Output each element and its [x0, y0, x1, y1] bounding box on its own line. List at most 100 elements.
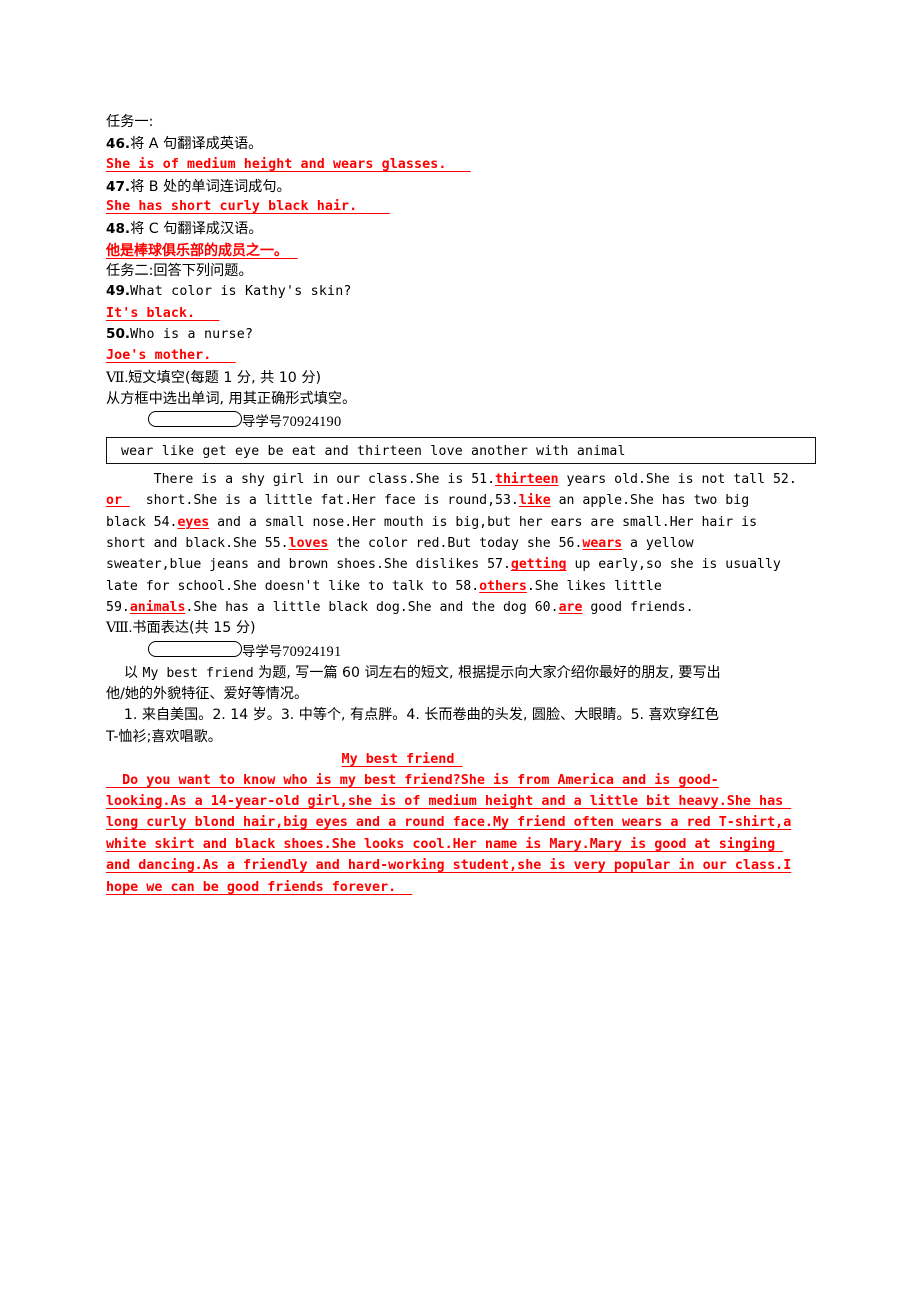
question-prompt-50: Who is a nurse? [130, 326, 254, 342]
question-row-48: 48.将 C 句翻译成汉语。 [106, 218, 820, 239]
guide-number-8: 70924191 [282, 643, 342, 660]
cloze-text: black 54. [106, 514, 178, 530]
question-row-49: 49.What color is Kathy's skin? [106, 282, 820, 303]
answer-47-tail [357, 199, 389, 214]
answer-49-tail [195, 306, 219, 321]
writing-prompt-title-en: My best friend [142, 665, 254, 681]
section-seven-title: 短文填空(每题 1 分, 共 10 分) [128, 369, 322, 386]
question-number-50: 50. [106, 325, 131, 342]
section-eight-title: 书面表达(共 15 分) [132, 620, 256, 637]
cloze-blank-answer: like [518, 493, 551, 509]
composition-line-3: long curly blond hair,big eyes and a rou… [106, 815, 792, 831]
answer-row-46: She is of medium height and wears glasse… [106, 155, 820, 176]
question-number-46: 46. [106, 136, 131, 153]
answer-row-49: It's black. [106, 304, 820, 325]
answer-row-48: 他是棒球俱乐部的成员之一。 [106, 240, 820, 261]
question-number-47: 47. [106, 178, 131, 195]
cloze-blank-answer: thirteen [495, 472, 559, 488]
guide-pill-icon [148, 411, 242, 428]
cloze-line-6: late for school.She doesn't like to talk… [106, 576, 820, 597]
question-prompt-46: 将 A 句翻译成英语。 [130, 136, 263, 153]
answer-row-50: Joe's mother. [106, 346, 820, 367]
cloze-text: short.She is a little fat.Her face is ro… [129, 493, 519, 509]
cloze-blank-answer: eyes [177, 514, 210, 530]
answer-46-tail [446, 157, 470, 172]
composition-body: Do you want to know who is my best frien… [106, 770, 820, 898]
cloze-text: sweater,blue jeans and brown shoes.She d… [106, 557, 511, 573]
worksheet-page: 任务一: 46.将 A 句翻译成英语。 She is of medium hei… [0, 0, 920, 1302]
composition-line-2: looking.As a 14-year-old girl,she is of … [106, 793, 792, 809]
writing-prompt-line-4: T-恤衫;喜欢唱歌。 [106, 728, 222, 745]
cloze-blank-answer: are [558, 599, 583, 615]
cloze-text: a yellow [622, 536, 694, 552]
composition-title-row: My best friend [106, 748, 820, 769]
writing-prompt-text: 为题, 写一篇 60 词左右的短文, 根据提示向大家介绍你最好的朋友, 要写出 [253, 664, 721, 681]
question-row-47: 47.将 B 处的单词连词成句。 [106, 176, 820, 197]
answer-48-tail [288, 243, 298, 259]
cloze-line-7: 59.animals.She has a little black dog.Sh… [106, 597, 820, 618]
question-number-48: 48. [106, 221, 131, 238]
cloze-text: years old.She is not tall 52. [558, 472, 797, 488]
cloze-text: late for school.She doesn't like to talk… [106, 578, 480, 594]
cloze-text: There is a shy girl in our class.She is … [106, 472, 496, 488]
guide-label-7: 导学号 [242, 415, 283, 431]
answer-47: She has short curly black hair. [106, 199, 358, 215]
question-prompt-47: 将 B 处的单词连词成句。 [130, 178, 291, 195]
cloze-line-3: black 54.eyes and a small nose.Her mouth… [106, 512, 820, 533]
cloze-text: the color red.But today she 56. [328, 536, 583, 552]
composition-line-4: white skirt and black shoes.She looks co… [106, 836, 784, 852]
guide-number-row-7: 导学号70924190 [106, 410, 820, 433]
composition-line-5: and dancing.As a friendly and hard-worki… [106, 858, 792, 874]
cloze-line-1: There is a shy girl in our class.She is … [106, 469, 820, 490]
cloze-text: .She likes little [526, 578, 662, 594]
composition-answer: My best friend Do you want to know who i… [106, 748, 820, 898]
cloze-blank-answer: loves [288, 536, 329, 552]
section-seven-number: Ⅶ. [106, 369, 129, 386]
guide-label-8: 导学号 [242, 644, 283, 660]
cloze-line-2: or short.She is a little fat.Her face is… [106, 490, 820, 511]
writing-prompt-line-1: 以 My best friend 为题, 写一篇 60 词左右的短文, 根据提示… [106, 663, 820, 684]
word-bank-box: wear like get eye be eat and thirteen lo… [106, 437, 816, 465]
question-prompt-48: 将 C 句翻译成汉语。 [130, 221, 263, 238]
composition-line-6: hope we can be good friends forever. [106, 879, 413, 895]
writing-prompt-line-3: 1. 来自美国。2. 14 岁。3. 中等个, 有点胖。4. 长而卷曲的头发, … [106, 707, 719, 724]
answer-46: She is of medium height and wears glasse… [106, 156, 447, 172]
question-row-46: 46.将 A 句翻译成英语。 [106, 133, 820, 154]
task-one-heading: 任务一: [106, 114, 154, 130]
question-number-49: 49. [106, 283, 131, 300]
section-seven-heading: Ⅶ.短文填空(每题 1 分, 共 10 分) [106, 368, 820, 389]
composition-line-1: Do you want to know who is my best frien… [106, 772, 719, 788]
cloze-text: up early,so she is usually [566, 557, 781, 573]
cloze-blank-answer: getting [510, 557, 567, 573]
cloze-blank-answer: animals [129, 599, 186, 615]
cloze-text: and a small nose.Her mouth is big,but he… [209, 514, 758, 530]
cloze-text: .She has a little black dog.She and the … [185, 599, 559, 615]
cloze-blank-answer: others [479, 578, 527, 594]
question-prompt-49: What color is Kathy's skin? [130, 284, 352, 300]
question-row-50: 50.Who is a nurse? [106, 325, 820, 346]
cloze-text: 59. [106, 599, 130, 615]
cloze-passage: There is a shy girl in our class.She is … [106, 469, 820, 618]
section-eight-heading: Ⅷ.书面表达(共 15 分) [106, 618, 820, 639]
writing-prompt: 以 My best friend 为题, 写一篇 60 词左右的短文, 根据提示… [106, 663, 820, 749]
writing-prompt-text: 以 [106, 664, 143, 681]
section-seven-instruction: 从方框中选出单词, 用其正确形式填空。 [106, 390, 357, 407]
answer-row-47: She has short curly black hair. [106, 197, 820, 218]
cloze-line-5: sweater,blue jeans and brown shoes.She d… [106, 554, 820, 575]
cloze-line-4: short and black.She 55.loves the color r… [106, 533, 820, 554]
cloze-text: good friends. [582, 599, 694, 615]
cloze-text: short and black.She 55. [106, 536, 289, 552]
section-eight-number: Ⅷ. [106, 620, 133, 637]
cloze-blank-answer: or [106, 493, 130, 509]
guide-pill-icon-2 [148, 640, 242, 657]
composition-title: My best friend [341, 752, 463, 768]
answer-48: 他是棒球俱乐部的成员之一。 [106, 242, 288, 259]
cloze-blank-answer: wears [582, 536, 623, 552]
page-content: 任务一: 46.将 A 句翻译成英语。 She is of medium hei… [106, 112, 820, 898]
cloze-text: an apple.She has two big [550, 493, 750, 509]
writing-prompt-line-2: 他/她的外貌特征、爱好等情况。 [106, 685, 309, 702]
task-two-heading: 任务二:回答下列问题。 [106, 263, 253, 280]
answer-50-tail [211, 348, 235, 363]
answer-49: It's black. [106, 305, 196, 321]
guide-number-7: 70924190 [282, 414, 342, 431]
